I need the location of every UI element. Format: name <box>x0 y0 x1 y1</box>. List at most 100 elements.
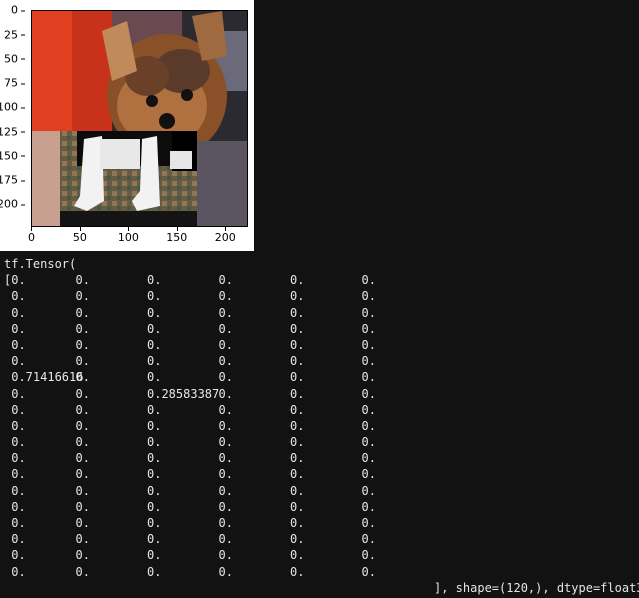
tensor-value: 0. <box>147 305 162 320</box>
tensor-value: 0. <box>75 305 90 320</box>
tensor-value: 0. <box>361 548 376 563</box>
tensor-value: 0. <box>361 354 376 369</box>
tensor-value: 0. <box>4 564 26 579</box>
tensor-value: 0. <box>361 370 376 385</box>
tensor-row: 0. 0. 0. 0. 0. 0. <box>4 353 636 369</box>
x-tick-label: 150 <box>166 231 188 244</box>
tensor-value: 0. <box>361 305 376 320</box>
tensor-value: 0. <box>147 370 162 385</box>
y-tick-label: 75 <box>4 77 25 90</box>
tensor-value: 0. <box>4 402 26 417</box>
tensor-value: 0. <box>75 564 90 579</box>
tensor-value: 0. <box>147 467 162 482</box>
tensor-value: 0. <box>361 516 376 530</box>
tensor-value: 0. <box>75 483 90 498</box>
tensor-value: 0. <box>290 564 305 579</box>
tensor-row: 0. 0. 0. 0. 0. 0. <box>4 450 636 466</box>
tensor-value: 0. <box>75 467 90 482</box>
tensor-value: 0. <box>75 451 90 466</box>
tensor-value: 0. <box>361 483 376 498</box>
tensor-value: 0. <box>361 337 376 352</box>
tensor-value: 0. <box>75 337 90 352</box>
tensor-value: 0. <box>4 418 26 433</box>
tensor-value: 0. <box>4 337 26 352</box>
tensor-value: 0. <box>75 516 90 530</box>
tensor-value: 0. <box>361 289 376 304</box>
tensor-value: 0. <box>218 548 233 563</box>
tensor-value: 0. <box>290 273 305 288</box>
tensor-row: 0. 0. 0. 0. 0. 0. <box>4 305 636 321</box>
tensor-row: 0. 0. 0. 0. 0. 0. <box>4 321 636 337</box>
x-tick-label: 100 <box>117 231 139 244</box>
tensor-value: 0. <box>361 499 376 514</box>
tensor-value: 0. <box>218 451 233 466</box>
tensor-value: 0. <box>4 499 26 514</box>
tensor-value: 0. <box>218 483 233 498</box>
tensor-row: 0. 0. 0.285833870. 0. 0. <box>4 386 636 402</box>
tensor-value: 0. <box>361 418 376 433</box>
tensor-value: 0. <box>147 532 162 547</box>
tensor-value: 0. <box>75 354 90 369</box>
tensor-value: 0. <box>75 435 90 450</box>
console-output: tf.Tensor( [0. 0. 0. 0. 0. 0. 0. 0. 0. 0. 0. 0. 0.… <box>4 256 636 580</box>
tensor-value: 0. <box>147 402 162 417</box>
tensor-row: 0. 0. 0. 0. 0. 0. <box>4 466 636 482</box>
tensor-value: 0. <box>290 467 305 482</box>
tensor-value: 0. <box>361 451 376 466</box>
tensor-value: 0. <box>4 532 26 547</box>
tensor-value: 0. <box>75 321 90 336</box>
tensor-value: 0. <box>218 564 233 579</box>
y-tick-label: 175 <box>0 174 25 187</box>
tensor-row: 0. 0. 0. 0. 0. 0. <box>4 418 636 434</box>
tensor-value: 0. <box>290 483 305 498</box>
tensor-value: 0. <box>147 499 162 514</box>
y-tick-label: 50 <box>4 52 25 65</box>
tensor-value: 0. <box>4 386 26 401</box>
tensor-value: 0. <box>147 451 162 466</box>
tensor-value: 0. <box>361 467 376 482</box>
tensor-value: 0. <box>290 402 305 417</box>
tensor-value: 0. <box>218 289 233 304</box>
pasted-patch <box>60 131 197 226</box>
tensor-value: 0. <box>75 499 90 514</box>
tensor-value: 0. <box>361 564 376 579</box>
tensor-value: 0. <box>147 516 162 530</box>
tensor-value: 0. <box>218 337 233 352</box>
image-plot-figure: 0 25 50 75 100 125 150 175 200 0 50 100 150 200 <box>0 0 254 251</box>
y-tick-label: 25 <box>4 28 25 41</box>
tensor-value: 0. <box>361 402 376 417</box>
tensor-value: 0. <box>290 337 305 352</box>
tensor-header: tf.Tensor( <box>4 257 77 271</box>
tensor-value: 0. <box>218 305 233 320</box>
tensor-value: 0. <box>147 337 162 352</box>
tensor-value: 0. <box>290 289 305 304</box>
tensor-row: 0. 0. 0. 0. 0. 0. <box>4 499 636 515</box>
tensor-value: [0. <box>4 273 26 288</box>
tensor-value: 0. <box>218 435 233 450</box>
tensor-value: 0. <box>290 305 305 320</box>
tensor-value: 0. <box>361 532 376 547</box>
y-tick-label: 200 <box>0 198 25 211</box>
tensor-shape-suffix: ], shape=(120,), dtype=float32) <box>434 581 639 595</box>
tensor-row: 0.714166160. 0. 0. 0. 0. <box>4 369 636 385</box>
tensor-value: 0. <box>147 354 162 369</box>
tensor-value: 0. <box>4 548 26 563</box>
tensor-value: 0. <box>361 321 376 336</box>
tensor-value: 0. <box>361 386 376 401</box>
tensor-value: 0. <box>147 564 162 579</box>
tensor-value: 0. <box>290 516 305 530</box>
tensor-value: 0. <box>4 451 26 466</box>
tensor-value: 0. <box>75 370 90 385</box>
tensor-row: 0. 0. 0. 0. 0. 0. <box>4 434 636 450</box>
tensor-value: 0. <box>218 402 233 417</box>
tensor-value: 0. <box>75 273 90 288</box>
tensor-values: [0. 0. 0. 0. 0. 0. 0. 0. 0. 0. 0. 0. 0. 0. 0. 0. 0. 0. … <box>4 272 636 580</box>
tensor-value: 0. <box>75 386 90 401</box>
tensor-value: 0. <box>218 499 233 514</box>
tensor-value: 0.71416616 <box>4 370 84 385</box>
tensor-value: 0. <box>218 354 233 369</box>
tensor-value: 0. <box>218 418 233 433</box>
tensor-value: 0. <box>290 548 305 563</box>
tensor-value: 0. <box>75 548 90 563</box>
tensor-value: 0. <box>218 321 233 336</box>
